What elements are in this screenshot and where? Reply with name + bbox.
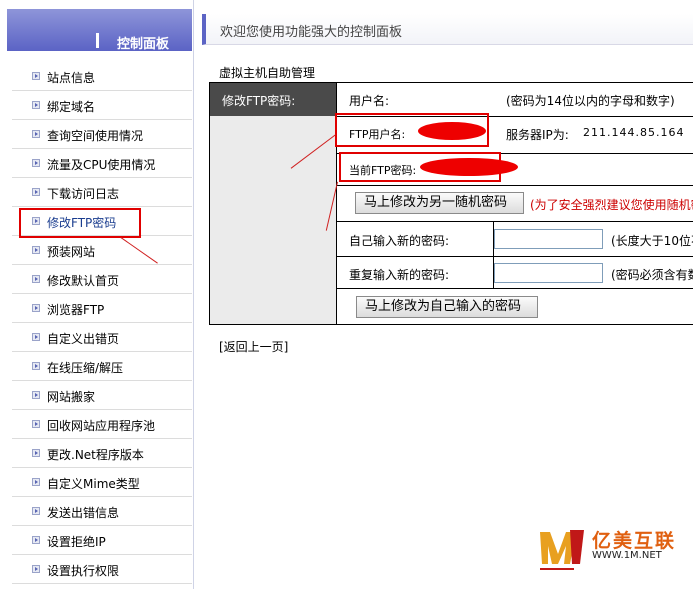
- sidebar-item-label: 发送出错信息: [47, 506, 120, 520]
- sidebar-item-access-log[interactable]: 下载访问日志: [12, 179, 192, 207]
- sidebar-item-browser-ftp[interactable]: 浏览器FTP: [12, 295, 192, 323]
- arrow-bullet-icon: [32, 391, 40, 399]
- sidebar-item-preinstall-site[interactable]: 预装网站: [12, 237, 192, 265]
- arrow-bullet-icon: [32, 536, 40, 544]
- username-hint: (密码为14位以内的字母和数字): [506, 94, 675, 108]
- sidebar-item-label: 下载访问日志: [47, 187, 120, 201]
- back-link[interactable]: [返回上一页]: [219, 338, 288, 355]
- sidebar-item-label: 自定义出错页: [47, 332, 120, 346]
- arrow-bullet-icon: [32, 72, 40, 80]
- sidebar-item-label: 自定义Mime类型: [47, 477, 140, 491]
- new-password-input[interactable]: [494, 229, 603, 249]
- sidebar-item-net-version[interactable]: 更改.Net程序版本: [12, 440, 192, 468]
- form-row-header-label: 修改FTP密码:: [222, 94, 296, 108]
- arrow-bullet-icon: [32, 101, 40, 109]
- redaction-scribble: [418, 122, 486, 140]
- sidebar-item-exec-permission[interactable]: 设置执行权限: [12, 556, 192, 584]
- random-password-button[interactable]: 马上修改为另一随机密码: [355, 192, 524, 214]
- annotation-box-menu: [19, 208, 141, 238]
- sidebar-item-zip-unzip[interactable]: 在线压缩/解压: [12, 353, 192, 381]
- arrow-bullet-icon: [32, 333, 40, 341]
- username-label: 用户名:: [349, 94, 390, 108]
- repeat-password-hint: (密码必须含有数: [611, 268, 693, 282]
- sidebar-item-label: 绑定域名: [47, 100, 96, 114]
- sidebar-item-label: 回收网站应用程序池: [47, 419, 156, 433]
- arrow-bullet-icon: [32, 130, 40, 138]
- sidebar-item-label: 更改.Net程序版本: [47, 448, 144, 462]
- sidebar-item-recycle-apppool[interactable]: 回收网站应用程序池: [12, 411, 192, 439]
- sidebar-header: 控制面板: [7, 9, 192, 52]
- sidebar-item-traffic-cpu[interactable]: 流量及CPU使用情况: [12, 150, 192, 178]
- sidebar-item-site-info[interactable]: 站点信息: [12, 63, 192, 91]
- page-title: 欢迎您使用功能强大的控制面板: [220, 25, 403, 40]
- sidebar-item-default-page[interactable]: 修改默认首页: [12, 266, 192, 294]
- new-password-hint: (长度大于10位不: [611, 234, 693, 248]
- arrow-bullet-icon: [32, 159, 40, 167]
- arrow-bullet-icon: [32, 420, 40, 428]
- sidebar-item-send-error[interactable]: 发送出错信息: [12, 498, 192, 526]
- logo: 亿美互联 WWW.1M.NET: [540, 524, 690, 576]
- own-password-button[interactable]: 马上修改为自己输入的密码: [356, 296, 538, 318]
- server-ip-label: 服务器IP为:: [506, 128, 569, 142]
- server-ip-value: 211.144.85.164: [583, 126, 685, 139]
- header-divider: [96, 33, 99, 48]
- arrow-bullet-icon: [32, 478, 40, 486]
- logo-url: WWW.1M.NET: [592, 550, 662, 561]
- repeat-password-label: 重复输入新的密码:: [349, 268, 450, 282]
- sidebar-item-label: 在线压缩/解压: [47, 361, 124, 375]
- sidebar-item-label: 站点信息: [47, 71, 96, 85]
- sidebar-item-mime-type[interactable]: 自定义Mime类型: [12, 469, 192, 497]
- sidebar-item-label: 流量及CPU使用情况: [47, 158, 156, 172]
- redaction-scribble: [420, 158, 518, 176]
- sidebar: 控制面板 站点信息 绑定域名 查询空间使用情况 流量及CPU使用情况 下载访问日志 修改F…: [0, 0, 194, 589]
- sidebar-item-bind-domain[interactable]: 绑定域名: [12, 92, 192, 120]
- repeat-password-input[interactable]: [494, 263, 603, 283]
- sidebar-item-label: 查询空间使用情况: [47, 129, 144, 143]
- sidebar-item-deny-ip[interactable]: 设置拒绝IP: [12, 527, 192, 555]
- sidebar-item-site-move[interactable]: 网站搬家: [12, 382, 192, 410]
- logo-name: 亿美互联: [592, 530, 677, 552]
- random-password-hint: (为了安全强烈建议您使用随机密: [530, 198, 693, 212]
- sidebar-item-label: 网站搬家: [47, 390, 96, 404]
- sidebar-item-label: 预装网站: [47, 245, 96, 259]
- new-password-label: 自己输入新的密码:: [349, 234, 450, 248]
- sidebar-title: 控制面板: [117, 37, 170, 52]
- arrow-bullet-icon: [32, 188, 40, 196]
- sidebar-item-space-usage[interactable]: 查询空间使用情况: [12, 121, 192, 149]
- arrow-bullet-icon: [32, 362, 40, 370]
- sidebar-item-custom-error[interactable]: 自定义出错页: [12, 324, 192, 352]
- sidebar-item-label: 浏览器FTP: [47, 303, 105, 317]
- arrow-bullet-icon: [32, 246, 40, 254]
- page-header: 欢迎您使用功能强大的控制面板: [202, 14, 693, 45]
- sidebar-item-label: 设置执行权限: [47, 564, 120, 578]
- arrow-bullet-icon: [32, 565, 40, 573]
- sidebar-item-label: 修改默认首页: [47, 274, 120, 288]
- section-title: 虚拟主机自助管理: [219, 66, 316, 80]
- arrow-bullet-icon: [32, 304, 40, 312]
- arrow-bullet-icon: [32, 449, 40, 457]
- sidebar-item-label: 设置拒绝IP: [47, 535, 106, 549]
- arrow-bullet-icon: [32, 275, 40, 283]
- arrow-bullet-icon: [32, 507, 40, 515]
